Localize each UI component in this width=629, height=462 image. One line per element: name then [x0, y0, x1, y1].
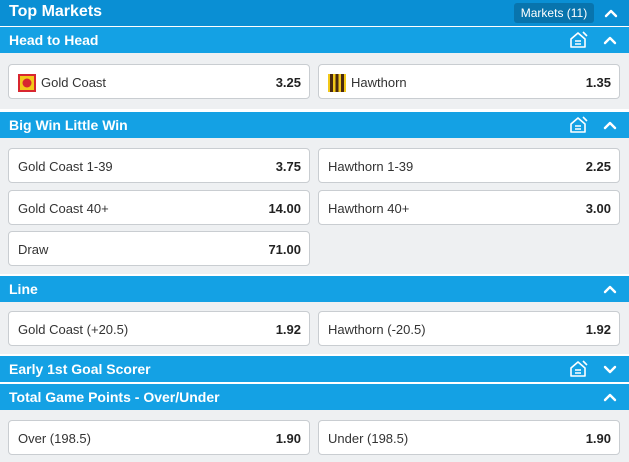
- page-title: Top Markets: [9, 3, 103, 20]
- odds-price: 3.00: [585, 201, 611, 216]
- option-label: Gold Coast 40+: [18, 201, 109, 216]
- odds-price: 1.35: [585, 75, 611, 90]
- odds-button-under[interactable]: Under (198.5) 1.90: [318, 420, 620, 455]
- odds-button-gold-coast-40-plus[interactable]: Gold Coast 40+ 14.00: [8, 190, 310, 225]
- odds-button-gold-coast-line[interactable]: Gold Coast (+20.5) 1.92: [8, 311, 310, 346]
- odds-button-gold-coast-1-39[interactable]: Gold Coast 1-39 3.75: [8, 148, 310, 183]
- section-body-line: Gold Coast (+20.5) 1.92 Hawthorn (-20.5)…: [0, 302, 629, 354]
- option-label: Hawthorn: [351, 75, 407, 90]
- bet-builder-icon[interactable]: [567, 30, 589, 50]
- section-body-big-win-little-win: Gold Coast 1-39 3.75 Hawthorn 1-39 2.25 …: [0, 138, 629, 274]
- hawthorn-flag-icon: [328, 74, 346, 92]
- odds-button-hawthorn-40-plus[interactable]: Hawthorn 40+ 3.00: [318, 190, 620, 225]
- chevron-up-icon[interactable]: [600, 2, 622, 24]
- odds-price: 14.00: [268, 201, 301, 216]
- section-header-head-to-head[interactable]: Head to Head: [0, 27, 629, 53]
- odds-price: 2.25: [585, 159, 611, 174]
- section-header-line[interactable]: Line: [0, 276, 629, 302]
- odds-price: 3.75: [275, 159, 301, 174]
- option-label: Gold Coast: [41, 75, 107, 90]
- section-title: Total Game Points - Over/Under: [9, 389, 220, 405]
- section-body-head-to-head: Gold Coast 3.25 Hawthorn 1.35: [0, 53, 629, 109]
- section-title: Big Win Little Win: [9, 117, 128, 133]
- option-label: Hawthorn 1-39: [328, 159, 414, 174]
- option-label: Draw: [18, 242, 49, 257]
- gold-coast-flag-icon: [18, 74, 36, 92]
- bet-builder-icon[interactable]: [567, 359, 589, 379]
- option-label: Over (198.5): [18, 431, 91, 446]
- odds-button-draw[interactable]: Draw 71.00: [8, 231, 310, 266]
- odds-price: 3.25: [275, 75, 301, 90]
- option-label: Gold Coast (+20.5): [18, 322, 129, 337]
- odds-button-hawthorn-1-39[interactable]: Hawthorn 1-39 2.25: [318, 148, 620, 183]
- odds-price: 1.92: [275, 322, 301, 337]
- markets-count-button[interactable]: Markets (11): [514, 3, 594, 23]
- bet-builder-icon[interactable]: [567, 115, 589, 135]
- chevron-up-icon[interactable]: [600, 30, 620, 50]
- odds-price: 1.90: [585, 431, 611, 446]
- section-header-early-1st-goal-scorer[interactable]: Early 1st Goal Scorer: [0, 356, 629, 382]
- odds-price: 71.00: [268, 242, 301, 257]
- option-label: Under (198.5): [328, 431, 409, 446]
- section-title: Early 1st Goal Scorer: [9, 361, 151, 377]
- odds-button-hawthorn[interactable]: Hawthorn 1.35: [318, 64, 620, 99]
- top-markets-header: Top Markets Markets (11): [0, 0, 629, 26]
- section-header-big-win-little-win[interactable]: Big Win Little Win: [0, 112, 629, 138]
- option-label: Hawthorn 40+: [328, 201, 410, 216]
- odds-price: 1.92: [585, 322, 611, 337]
- odds-button-over[interactable]: Over (198.5) 1.90: [8, 420, 310, 455]
- odds-button-hawthorn-line[interactable]: Hawthorn (-20.5) 1.92: [318, 311, 620, 346]
- section-header-total-game-points[interactable]: Total Game Points - Over/Under: [0, 384, 629, 410]
- odds-button-gold-coast[interactable]: Gold Coast 3.25: [8, 64, 310, 99]
- section-title: Line: [9, 281, 38, 297]
- option-label: Hawthorn (-20.5): [328, 322, 426, 337]
- section-title: Head to Head: [9, 32, 99, 48]
- chevron-up-icon[interactable]: [600, 387, 620, 407]
- chevron-up-icon[interactable]: [600, 115, 620, 135]
- chevron-down-icon[interactable]: [600, 359, 620, 379]
- odds-price: 1.90: [275, 431, 301, 446]
- option-label: Gold Coast 1-39: [18, 159, 113, 174]
- chevron-up-icon[interactable]: [600, 279, 620, 299]
- section-body-total-game-points: Over (198.5) 1.90 Under (198.5) 1.90: [0, 410, 629, 462]
